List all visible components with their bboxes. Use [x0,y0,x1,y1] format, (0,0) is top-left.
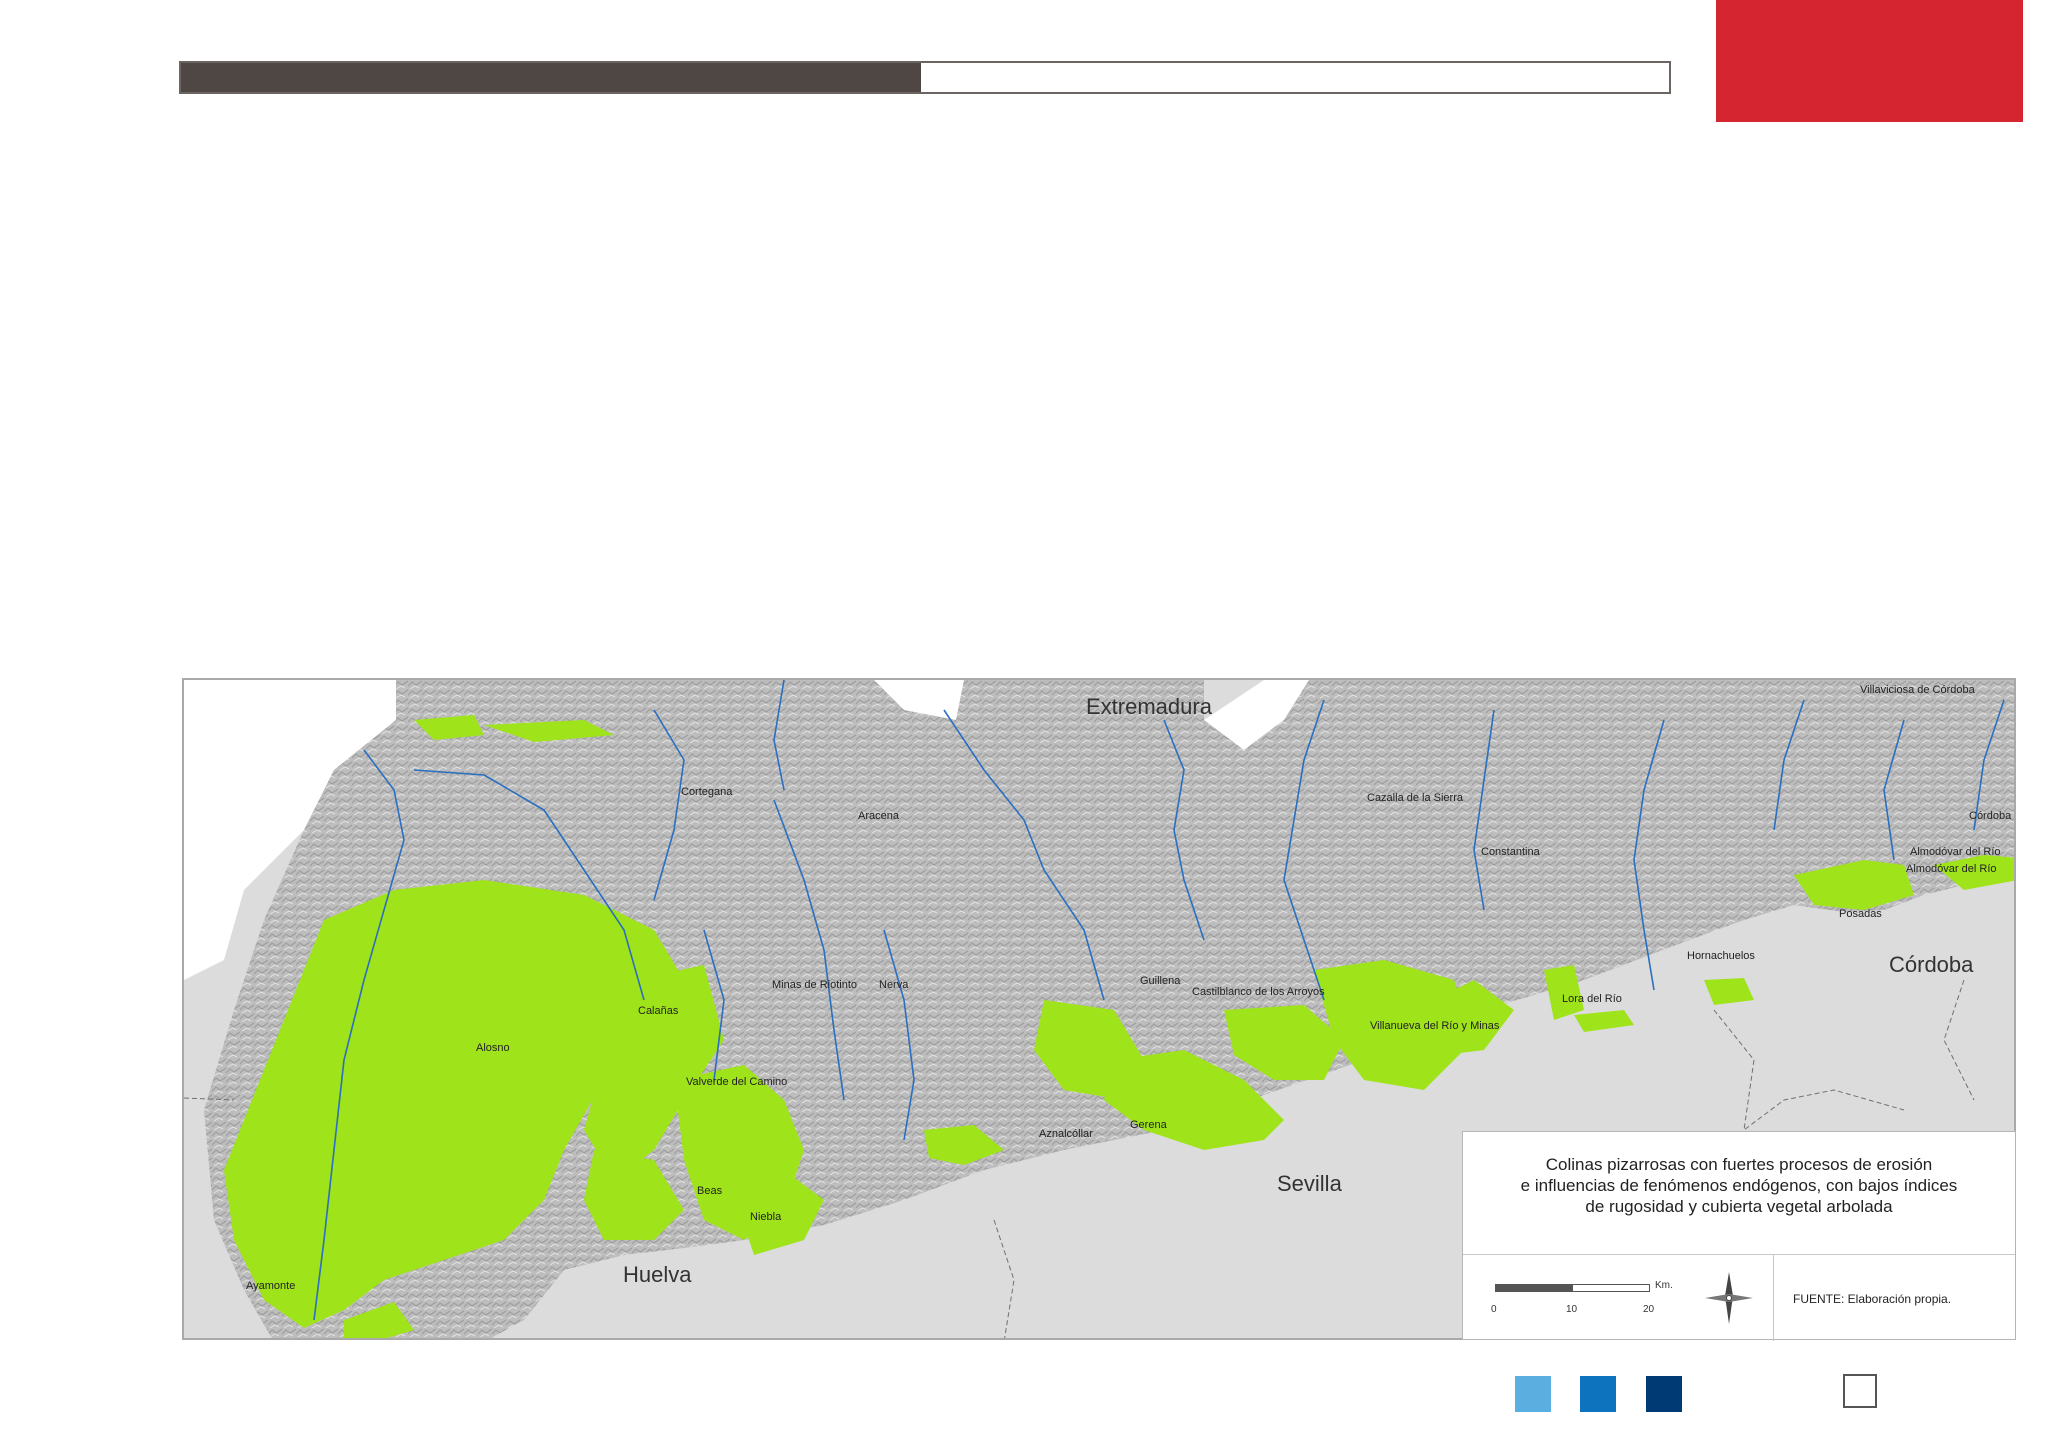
scale-bar [1495,1284,1650,1292]
place-label: Villaviciosa de Córdoba [1860,684,1975,696]
place-label: Almodóvar del Río [1910,846,2001,858]
color-swatch-light-blue [1515,1376,1551,1412]
legend-vertical-divider [1773,1255,1774,1341]
place-label: Córdoba [1969,810,2012,822]
source-note: FUENTE: Elaboración propia. [1793,1292,1952,1306]
place-label: Calañas [638,1005,679,1017]
place-label: Ayamonte [246,1280,296,1292]
place-label: Villanueva del Río y Minas [1370,1020,1500,1032]
place-label: Nerva [879,979,909,991]
color-swatch-blue [1580,1376,1616,1412]
region-label-sevilla: Sevilla [1277,1171,1342,1196]
compass-rose-icon [1705,1272,1753,1324]
region-label-huelva: Huelva [623,1262,692,1287]
legend-title-line: e influencias de fenómenos endógenos, co… [1520,1176,1958,1195]
place-label: Hornachuelos [1687,950,1755,962]
place-label: Posadas [1839,908,1882,920]
region-label-extremadura: Extremadura [1086,694,1212,719]
legend-title: Colinas pizarrosas con fuertes procesos … [1463,1154,2015,1217]
map-legend: Colinas pizarrosas con fuertes procesos … [1462,1131,2016,1341]
place-label: Almodóvar del Río [1906,863,1997,875]
empty-checkbox [1843,1374,1877,1408]
red-corner-block [1716,0,2023,122]
legend-title-line: de rugosidad y cubierta vegetal arbolada [1585,1197,1893,1216]
place-label: Constantina [1481,846,1540,858]
color-swatch-navy [1646,1376,1682,1412]
place-label: Gerena [1130,1119,1167,1131]
scale-tick: 20 [1643,1304,1655,1315]
place-label: Lora del Río [1562,993,1622,1005]
region-label-cordoba: Córdoba [1889,952,1974,977]
place-label: Cortegana [681,786,733,798]
place-label: Alosno [476,1042,510,1054]
place-label: Beas [697,1185,723,1197]
legend-divider [1463,1254,2015,1255]
progress-bar [179,61,1671,94]
scale-tick: 10 [1566,1304,1578,1315]
place-label: Valverde del Camino [686,1076,788,1088]
place-label: Cazalla de la Sierra [1367,792,1463,804]
place-label: Niebla [750,1211,782,1223]
place-label: Aznalcóllar [1039,1128,1093,1140]
place-label: Castilblanco de los Arroyos [1192,986,1325,998]
legend-title-line: Colinas pizarrosas con fuertes procesos … [1545,1155,1933,1174]
place-label: Aracena [858,810,899,822]
scale-tick: 0 [1491,1304,1497,1315]
scale-unit: Km. [1655,1280,1673,1291]
place-label: Guillena [1140,975,1181,987]
place-label: Minas de Riotinto [772,979,857,991]
progress-bar-fill [181,63,921,92]
